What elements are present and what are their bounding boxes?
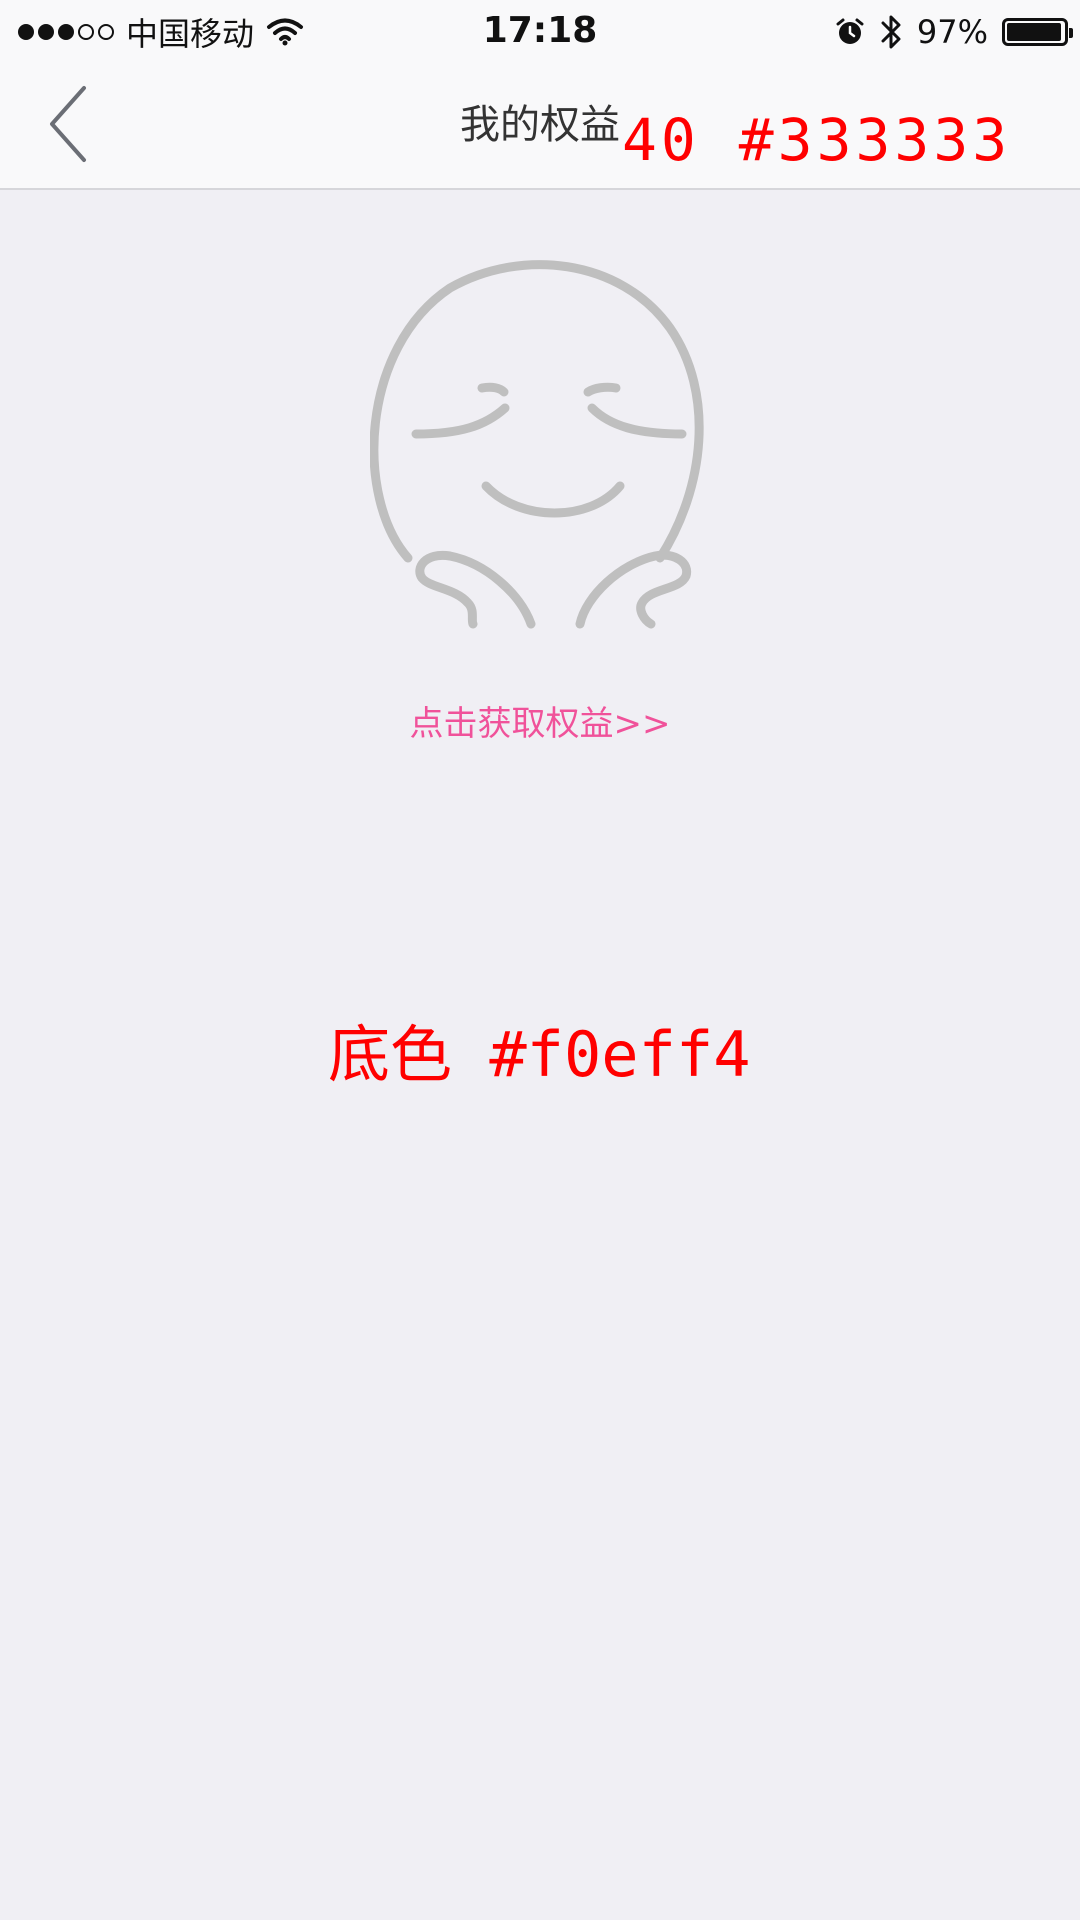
battery-fill <box>1007 23 1062 41</box>
title-spec-annotation: 40 #333333 <box>622 106 1012 174</box>
status-bar: 中国移动 17:18 97% <box>0 0 1080 64</box>
status-right: 97% <box>835 10 1073 54</box>
battery-icon <box>1002 18 1073 46</box>
nav-bar: 我的权益 40 #333333 <box>0 64 1080 190</box>
background-spec-annotation: 底色 #f0eff4 <box>328 1018 751 1091</box>
alarm-icon <box>836 18 864 44</box>
smiling-face-icon <box>370 260 704 629</box>
bluetooth-icon <box>881 15 901 49</box>
get-benefits-link[interactable]: 点击获取权益>> <box>0 696 1080 745</box>
battery-percent: 97% <box>916 13 988 51</box>
